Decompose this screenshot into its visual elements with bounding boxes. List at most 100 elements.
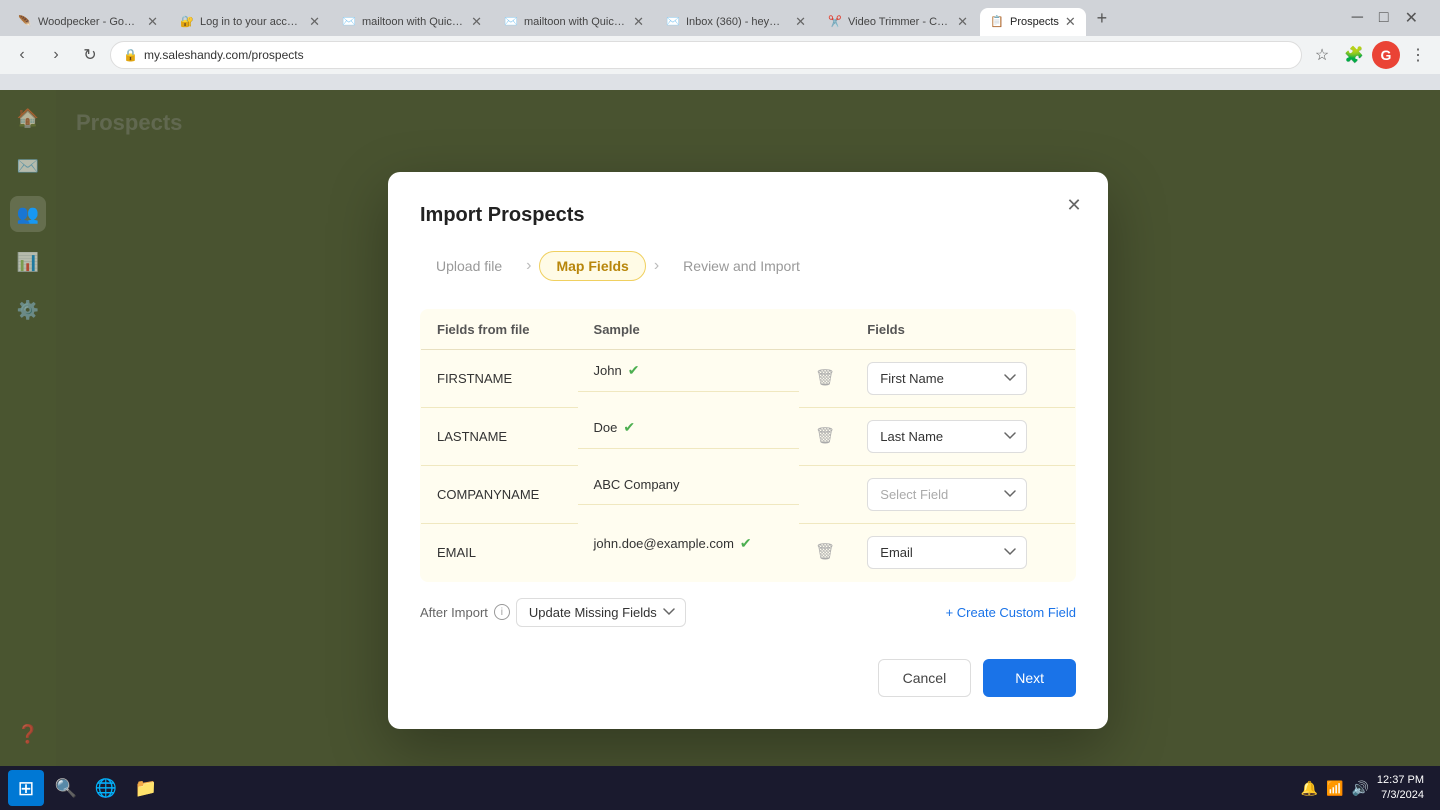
nav-bar: ‹ › ↻ 🔒 my.saleshandy.com/prospects ☆ 🧩 … xyxy=(0,36,1440,74)
table-row: COMPANYNAMEABC CompanySelect FieldFirst … xyxy=(421,465,1076,523)
tab-favicon: 🔐 xyxy=(180,15,194,29)
sample-value-0: John ✔ xyxy=(578,350,799,392)
clock-date: 7/3/2024 xyxy=(1377,788,1424,803)
sidebar-icon-analytics[interactable]: 📊 xyxy=(10,244,46,280)
cancel-button[interactable]: Cancel xyxy=(878,659,972,697)
tab-favicon: ✉️ xyxy=(666,15,680,29)
tray-wifi[interactable]: 📶 xyxy=(1326,780,1343,797)
tab-t4[interactable]: ✉️ mailtoon with Quick... ✕ xyxy=(494,8,654,36)
modal-backdrop: ✕ Import Prospects Upload file › Map Fie… xyxy=(56,90,1440,810)
field-select-2[interactable]: Select FieldFirst NameLast NameEmailComp… xyxy=(867,478,1027,511)
tab-close-icon[interactable]: ✕ xyxy=(957,14,968,30)
sidebar-icon-home[interactable]: 🏠 xyxy=(10,100,46,136)
tab-t3[interactable]: ✉️ mailtoon with Quick... ✕ xyxy=(332,8,492,36)
tray-notification[interactable]: 🔔 xyxy=(1301,780,1318,797)
sidebar-icon-prospects[interactable]: 👥 xyxy=(10,196,46,232)
delete-icon-1[interactable]: 🗑 xyxy=(815,428,835,445)
back-button[interactable]: ‹ xyxy=(8,41,36,69)
modal-footer: Cancel Next xyxy=(420,659,1076,697)
tab-close-icon[interactable]: ✕ xyxy=(147,14,158,30)
tab-label: Video Trimmer - Cut... xyxy=(848,16,951,28)
minimize-button[interactable]: ─ xyxy=(1346,9,1369,27)
tab-t6[interactable]: ✂️ Video Trimmer - Cut... ✕ xyxy=(818,8,978,36)
sample-value-1: Doe ✔ xyxy=(578,407,799,449)
after-import-select[interactable]: Update Missing FieldsSkip Existing Recor… xyxy=(516,598,686,627)
clock-time: 12:37 PM xyxy=(1377,773,1424,788)
step-review: Review and Import xyxy=(667,252,816,280)
tab-close-icon[interactable]: ✕ xyxy=(1065,14,1076,30)
table-row: FIRSTNAMEJohn ✔ 🗑 First NameLast NameEmail… xyxy=(421,349,1076,407)
more-options-icon[interactable]: ⋮ xyxy=(1404,41,1432,69)
modal-close-button[interactable]: ✕ xyxy=(1060,192,1088,220)
sidebar-icon-settings[interactable]: ⚙️ xyxy=(10,292,46,328)
table-row: EMAILjohn.doe@example.com ✔ 🗑 First NameLa… xyxy=(421,523,1076,581)
delete-icon-0[interactable]: 🗑 xyxy=(815,370,835,387)
col-header-fields: Fields xyxy=(851,309,1075,349)
tab-t5[interactable]: ✉️ Inbox (360) - hey@m... ✕ xyxy=(656,8,816,36)
next-button[interactable]: Next xyxy=(983,659,1076,697)
field-select-cell-0: First NameLast NameEmailCompanyPhone xyxy=(851,349,1075,407)
delete-cell-2 xyxy=(799,465,851,523)
table-row: LASTNAMEDoe ✔ 🗑 First NameLast NameEmailCo… xyxy=(421,407,1076,465)
extensions-icon[interactable]: 🧩 xyxy=(1340,41,1368,69)
tab-t2[interactable]: 🔐 Log in to your accou... ✕ xyxy=(170,8,330,36)
tab-close-icon[interactable]: ✕ xyxy=(795,14,806,30)
profile-icon[interactable]: G xyxy=(1372,41,1400,69)
main-content: 🏠 ✉️ 👥 📊 ⚙️ ❓ 👤 Prospects ✕ Import Prosp… xyxy=(0,90,1440,810)
bookmark-icon[interactable]: ☆ xyxy=(1308,41,1336,69)
tab-t7[interactable]: 📋 Prospects ✕ xyxy=(980,8,1086,36)
taskbar-folder[interactable]: 📁 xyxy=(128,770,164,806)
field-select-1[interactable]: First NameLast NameEmailCompanyPhone xyxy=(867,420,1027,453)
tab-t1[interactable]: 🪶 Woodpecker - Goog... ✕ xyxy=(8,8,168,36)
page-content: Prospects ✕ Import Prospects Upload file… xyxy=(56,90,1440,810)
stepper: Upload file › Map Fields › Review and Im… xyxy=(420,251,1076,281)
field-name-3: EMAIL xyxy=(421,523,578,581)
tab-close-icon[interactable]: ✕ xyxy=(633,14,644,30)
delete-icon-3[interactable]: 🗑 xyxy=(815,544,835,561)
step-map-label: Map Fields xyxy=(539,251,645,281)
maximize-button[interactable]: □ xyxy=(1373,9,1395,27)
modal-title: Import Prospects xyxy=(420,204,1076,227)
after-import-info-icon[interactable]: i xyxy=(494,604,510,620)
step-upload-label: Upload file xyxy=(420,252,518,280)
field-select-cell-3: First NameLast NameEmailCompanyPhone xyxy=(851,523,1075,581)
after-import-text: After Import xyxy=(420,605,488,620)
lock-icon: 🔒 xyxy=(123,48,138,62)
reload-button[interactable]: ↻ xyxy=(76,41,104,69)
field-name-1: LASTNAME xyxy=(421,407,578,465)
field-select-3[interactable]: First NameLast NameEmailCompanyPhone xyxy=(867,536,1027,569)
sidebar: 🏠 ✉️ 👥 📊 ⚙️ ❓ 👤 xyxy=(0,90,56,810)
field-select-cell-1: First NameLast NameEmailCompanyPhone xyxy=(851,407,1075,465)
col-header-delete xyxy=(799,309,851,349)
field-select-0[interactable]: First NameLast NameEmailCompanyPhone xyxy=(867,362,1027,395)
import-prospects-modal: ✕ Import Prospects Upload file › Map Fie… xyxy=(388,172,1108,729)
tab-close-icon[interactable]: ✕ xyxy=(309,14,320,30)
step-map: Map Fields xyxy=(539,251,645,281)
create-custom-field-link[interactable]: + Create Custom Field xyxy=(946,605,1076,620)
sidebar-icon-email[interactable]: ✉️ xyxy=(10,148,46,184)
tab-bar: 🪶 Woodpecker - Goog... ✕ 🔐 Log in to you… xyxy=(0,0,1440,36)
close-button[interactable]: ✕ xyxy=(1399,8,1424,28)
field-name-0: FIRSTNAME xyxy=(421,349,578,407)
after-import-row: After Import i Update Missing FieldsSkip… xyxy=(420,582,1076,635)
col-header-sample: Sample xyxy=(578,309,799,349)
tab-label: Woodpecker - Goog... xyxy=(38,16,141,28)
tray-volume[interactable]: 🔊 xyxy=(1351,780,1368,797)
tab-label: mailtoon with Quick... xyxy=(524,16,627,28)
forward-button[interactable]: › xyxy=(42,41,70,69)
tab-label: Log in to your accou... xyxy=(200,16,303,28)
tab-close-icon[interactable]: ✕ xyxy=(471,14,482,30)
tab-label: mailtoon with Quick... xyxy=(362,16,465,28)
taskbar-search[interactable]: 🔍 xyxy=(48,770,84,806)
new-tab-button[interactable]: + xyxy=(1088,4,1116,32)
delete-cell-3: 🗑 xyxy=(799,523,851,581)
taskbar-edge[interactable]: 🌐 xyxy=(88,770,124,806)
start-button[interactable]: ⊞ xyxy=(8,770,44,806)
tab-favicon: ✉️ xyxy=(504,15,518,29)
field-name-2: COMPANYNAME xyxy=(421,465,578,523)
taskbar-time: 12:37 PM 7/3/2024 xyxy=(1377,773,1424,804)
taskbar-tray: 🔔 📶 🔊 12:37 PM 7/3/2024 xyxy=(1293,773,1432,804)
address-bar[interactable]: 🔒 my.saleshandy.com/prospects xyxy=(110,41,1302,69)
sample-value-3: john.doe@example.com ✔ xyxy=(578,523,799,564)
sidebar-icon-help[interactable]: ❓ xyxy=(10,716,46,752)
